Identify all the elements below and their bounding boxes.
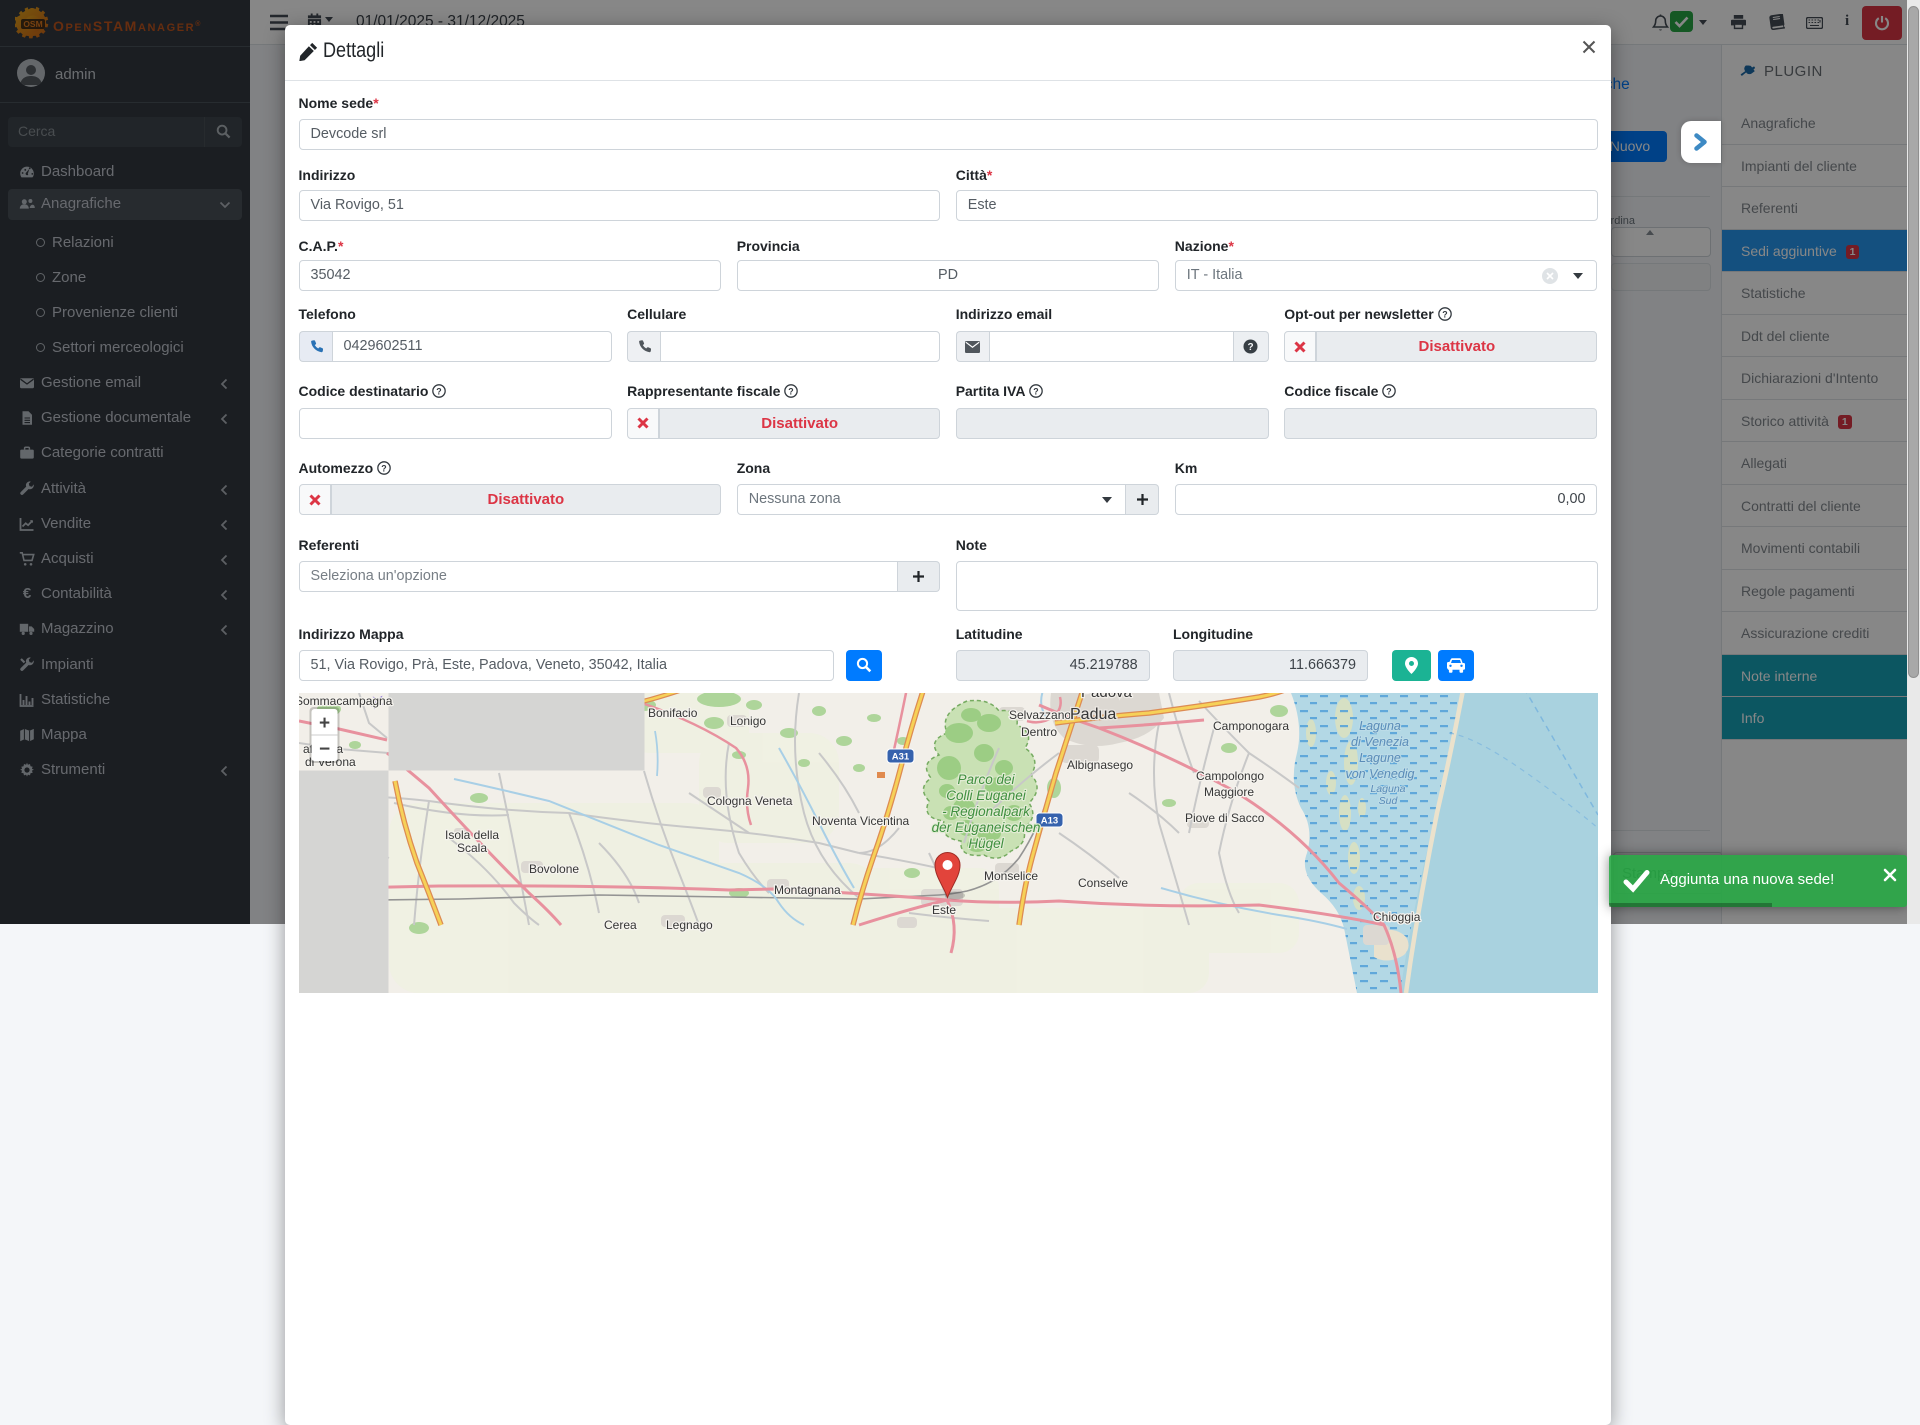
svg-text:Colli Euganei: Colli Euganei [946, 788, 1027, 803]
svg-text:Parco dei: Parco dei [957, 772, 1015, 787]
svg-text:?: ? [381, 463, 386, 473]
svg-text:Lonigo: Lonigo [730, 714, 766, 728]
svg-text:Bovolone: Bovolone [529, 862, 579, 876]
svg-text:?: ? [1442, 309, 1447, 319]
svg-text:Selvazzano: Selvazzano [1009, 708, 1071, 722]
svg-text:Campolongo: Campolongo [1196, 769, 1264, 783]
svg-text:?: ? [437, 386, 442, 396]
svg-text:Isola della: Isola della [445, 828, 499, 842]
svg-text:Este: Este [932, 903, 956, 917]
svg-text:Noventa Vicentina: Noventa Vicentina [812, 814, 910, 828]
svg-text:Maggiore: Maggiore [1204, 785, 1254, 799]
svg-text:−: − [318, 739, 329, 760]
svg-text:?: ? [789, 386, 794, 396]
svg-text:Piove di Sacco: Piove di Sacco [1185, 811, 1265, 825]
svg-text:Camponogara: Camponogara [1213, 719, 1289, 733]
svg-text:Cologna Veneta: Cologna Veneta [707, 794, 793, 808]
svg-text:Lagune: Lagune [1359, 751, 1401, 765]
svg-text:Cerea: Cerea [604, 918, 637, 932]
svg-text:?: ? [1248, 342, 1254, 353]
svg-text:?: ? [1387, 386, 1392, 396]
svg-text:Scala: Scala [457, 841, 487, 855]
svg-text:A31: A31 [891, 751, 909, 762]
svg-text:Monselice: Monselice [984, 869, 1038, 883]
svg-text:Sommacampagna: Sommacampagna [299, 694, 393, 708]
svg-text:Laguna: Laguna [1370, 783, 1405, 795]
svg-text:Sud: Sud [1378, 795, 1398, 807]
svg-text:von Venedig: von Venedig [1345, 767, 1414, 781]
svg-text:Laguna: Laguna [1359, 719, 1401, 733]
svg-text:Legnago: Legnago [666, 918, 713, 932]
svg-text:Conselve: Conselve [1078, 876, 1128, 890]
svg-text:Chioggia: Chioggia [1373, 910, 1421, 924]
svg-text:Padova: Padova [1081, 693, 1133, 701]
svg-text:Montagnana: Montagnana [774, 883, 841, 897]
svg-text:Hügel: Hügel [968, 836, 1004, 851]
svg-text:Padua: Padua [1070, 706, 1116, 723]
svg-text:der Euganeischen: der Euganeischen [931, 820, 1040, 835]
svg-text:di Venezia: di Venezia [1351, 735, 1409, 749]
svg-text:?: ? [1033, 386, 1038, 396]
svg-text:A13: A13 [1040, 815, 1057, 826]
svg-text:+: + [318, 713, 329, 734]
svg-text:Dentro: Dentro [1021, 725, 1057, 739]
svg-text:Albignasego: Albignasego [1067, 758, 1133, 772]
svg-text:- Regionalpark: - Regionalpark [942, 804, 1031, 819]
svg-text:Bonifacio: Bonifacio [648, 706, 698, 720]
